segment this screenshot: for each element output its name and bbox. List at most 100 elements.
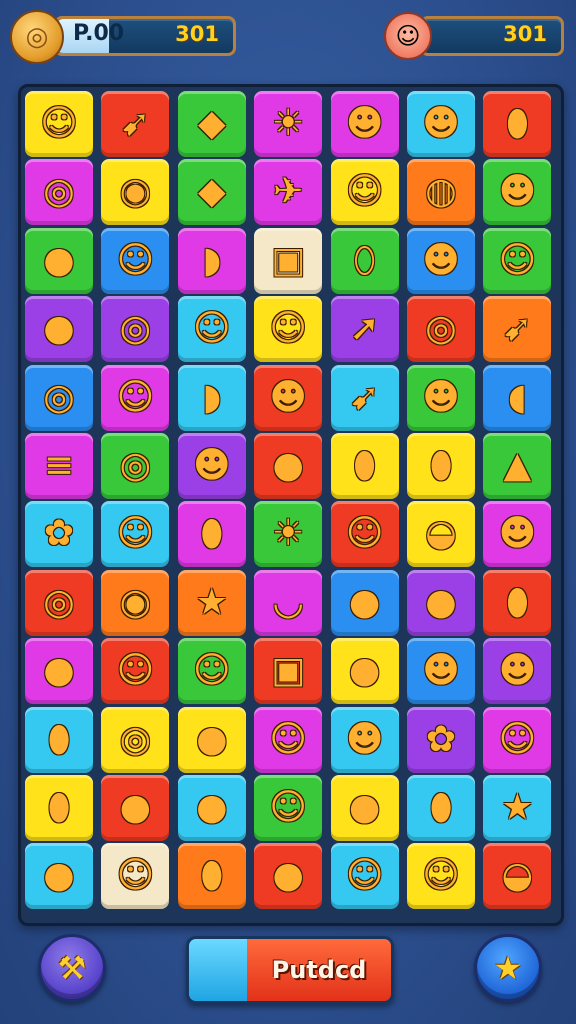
board-tile[interactable]: ☺ — [177, 638, 246, 705]
action-button-face: Putdcd — [247, 939, 391, 1001]
bear-face-icon: ☻ — [345, 103, 384, 144]
board-tile[interactable]: ▣ — [254, 638, 323, 705]
board-tile[interactable]: ⬮ — [330, 433, 399, 499]
board-tile[interactable]: ☺ — [330, 159, 399, 226]
board-tile[interactable]: ◍ — [407, 159, 475, 226]
board-tile[interactable]: ◎ — [101, 706, 170, 773]
board-tile[interactable]: ☻ — [407, 227, 475, 294]
board-tile[interactable]: ✿ — [25, 501, 93, 568]
board-tile[interactable]: ⬮ — [177, 501, 246, 568]
board-tile[interactable]: ◒ — [483, 843, 552, 910]
board-tile[interactable]: ☻ — [407, 364, 475, 431]
board-tile[interactable]: ➚ — [330, 296, 399, 363]
board-tile[interactable]: ☻ — [177, 433, 246, 499]
board-tile[interactable]: ◉ — [101, 569, 170, 636]
board-tile[interactable]: ⬮ — [407, 433, 475, 499]
board-tile[interactable]: ☻ — [407, 638, 475, 705]
board-tile[interactable]: ◉ — [101, 159, 170, 226]
sun-face-small-icon: ☺ — [498, 239, 537, 281]
board-tile[interactable]: ☀ — [254, 91, 323, 157]
board-tile[interactable]: ✿ — [407, 706, 475, 773]
board-tile[interactable]: ☺ — [254, 706, 323, 773]
board-tile[interactable]: ◎ — [25, 569, 93, 636]
board-tile[interactable]: ⬮ — [177, 843, 246, 910]
board-tile[interactable]: ● — [25, 638, 93, 705]
star-button[interactable]: ★ — [474, 934, 542, 1002]
apple-icon: ● — [43, 239, 75, 281]
board-tile[interactable]: ⬯ — [330, 227, 399, 294]
board-tile[interactable]: ☻ — [407, 91, 475, 157]
board-tile[interactable]: ● — [101, 775, 170, 841]
board-tile[interactable]: ☻ — [330, 91, 399, 157]
board-tile[interactable]: ◎ — [101, 433, 170, 499]
board-tile[interactable]: ◗ — [177, 227, 246, 294]
board-tile[interactable]: ▣ — [254, 227, 323, 294]
board-tile[interactable]: ▲ — [483, 433, 552, 499]
coin-icon[interactable]: ◎ — [10, 10, 64, 64]
board-tile[interactable]: ● — [254, 843, 323, 910]
board-tile[interactable]: ● — [254, 433, 323, 499]
board-tile[interactable]: ◆ — [177, 91, 246, 157]
board-tile[interactable]: ◎ — [25, 364, 93, 431]
board-tile[interactable]: ★ — [483, 775, 552, 841]
board-tile[interactable]: ☺ — [177, 296, 246, 363]
board-tile[interactable]: ◎ — [25, 159, 93, 226]
board-tile[interactable]: ⬮ — [25, 706, 93, 773]
board-tile[interactable]: ◎ — [407, 296, 475, 363]
board-tile[interactable]: ◡ — [254, 569, 323, 636]
board-tile[interactable]: ☻ — [483, 501, 552, 568]
board-tile[interactable]: ● — [25, 227, 93, 294]
board-tile[interactable]: ● — [177, 775, 246, 841]
board-tile[interactable]: ☻ — [483, 638, 552, 705]
board-tile[interactable]: ◗ — [177, 364, 246, 431]
board-tile[interactable]: ➹ — [483, 296, 552, 363]
action-button[interactable]: Putdcd — [186, 936, 394, 1004]
green-bowl-icon: ◒ — [425, 513, 457, 555]
hammer-icon: ⚒ — [57, 949, 87, 987]
board-tile[interactable]: ◒ — [407, 501, 475, 568]
board-tile[interactable]: ☺ — [483, 227, 552, 294]
board-tile[interactable]: ⬮ — [483, 91, 552, 157]
avatar-icon[interactable]: ☺ — [384, 12, 432, 60]
lemon-slice-icon: ◗ — [202, 239, 222, 281]
board-tile[interactable]: ☺ — [483, 706, 552, 773]
board-tile[interactable]: ☺ — [101, 501, 170, 568]
board-tile[interactable]: ✈ — [254, 159, 323, 226]
board-tile[interactable]: ⬮ — [25, 775, 93, 841]
board-tile[interactable]: ◆ — [177, 159, 246, 226]
board-tile[interactable]: ⬮ — [407, 775, 475, 841]
board-tile[interactable]: ● — [25, 843, 93, 910]
board-tile[interactable]: ☀ — [254, 501, 323, 568]
board-tile[interactable]: ★ — [177, 569, 246, 636]
board-tile[interactable]: ☺ — [101, 364, 170, 431]
board-tile[interactable]: ⬮ — [483, 569, 552, 636]
board-tile[interactable]: ◎ — [101, 296, 170, 363]
board-tile[interactable]: ☺ — [254, 775, 323, 841]
board-tile[interactable]: ☺ — [101, 227, 170, 294]
board-tile[interactable]: ● — [25, 296, 93, 363]
bread-icon: ◆ — [197, 103, 226, 144]
board-tile[interactable]: ➹ — [101, 91, 170, 157]
board-tile[interactable]: ☺ — [330, 501, 399, 568]
board-tile[interactable]: ☺ — [330, 843, 399, 910]
board-tile[interactable]: ≡ — [25, 433, 93, 499]
board-tile[interactable]: ☺ — [25, 91, 93, 157]
board-tile[interactable]: ☺ — [407, 843, 475, 910]
board-tile[interactable]: ● — [177, 706, 246, 773]
board-tile[interactable]: ☺ — [101, 638, 170, 705]
board-tile[interactable]: ● — [330, 775, 399, 841]
board-tile[interactable]: ● — [330, 569, 399, 636]
board-tile[interactable]: ☻ — [254, 364, 323, 431]
hammer-button[interactable]: ⚒ — [38, 934, 106, 1002]
pink-blob-icon: ◖ — [507, 376, 527, 418]
board-tile[interactable]: ◖ — [483, 364, 552, 431]
board-tile[interactable]: ● — [330, 638, 399, 705]
cherry-icon: ● — [196, 787, 228, 828]
burger-stack-icon: ≡ — [43, 445, 75, 486]
board-tile[interactable]: ☻ — [330, 706, 399, 773]
board-tile[interactable]: ➹ — [330, 364, 399, 431]
board-tile[interactable]: ● — [407, 569, 475, 636]
board-tile[interactable]: ☺ — [254, 296, 323, 363]
board-tile[interactable]: ☺ — [101, 843, 170, 910]
board-tile[interactable]: ☻ — [483, 159, 552, 226]
